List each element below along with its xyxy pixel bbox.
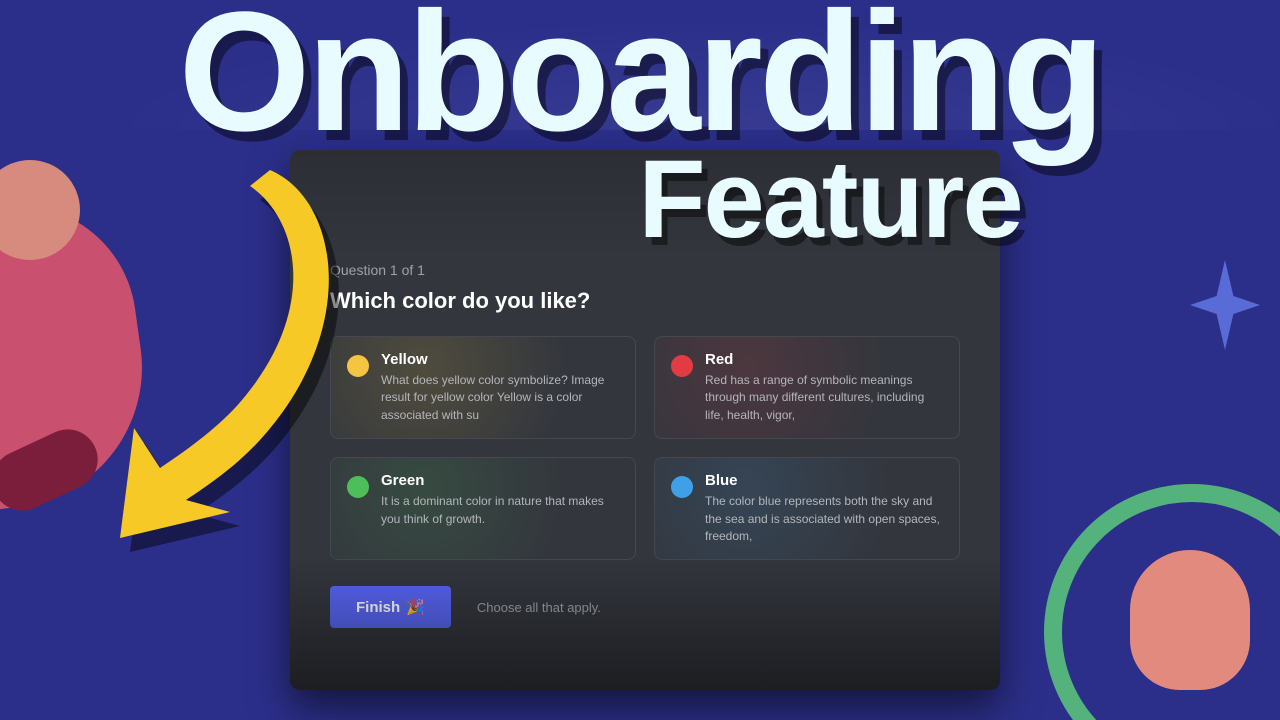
option-blue[interactable]: Blue The color blue represents both the … — [654, 457, 960, 560]
bg-gradient-stroke — [0, 0, 1280, 130]
onboarding-modal: Question 1 of 1 Which color do you like?… — [290, 150, 1000, 690]
arrow-icon — [90, 160, 390, 540]
option-desc: Red has a range of symbolic meanings thr… — [705, 372, 943, 424]
question-title: Which color do you like? — [330, 288, 960, 314]
swatch-icon — [671, 476, 693, 498]
option-red[interactable]: Red Red has a range of symbolic meanings… — [654, 336, 960, 439]
party-icon: 🎉 — [406, 598, 425, 616]
option-title: Green — [381, 472, 619, 489]
finish-label: Finish — [356, 599, 400, 616]
option-desc: It is a dominant color in nature that ma… — [381, 493, 619, 528]
question-counter: Question 1 of 1 — [330, 262, 960, 278]
modal-footer: Finish 🎉 Choose all that apply. — [330, 586, 960, 628]
helper-text: Choose all that apply. — [477, 600, 601, 615]
option-title: Blue — [705, 472, 943, 489]
options-grid: Yellow What does yellow color symbolize?… — [330, 336, 960, 560]
option-title: Red — [705, 351, 943, 368]
swatch-icon — [671, 355, 693, 377]
option-title: Yellow — [381, 351, 619, 368]
bg-hand-blob — [1130, 550, 1250, 690]
finish-button[interactable]: Finish 🎉 — [330, 586, 451, 628]
option-desc: The color blue represents both the sky a… — [705, 493, 943, 545]
bg-sparkle-icon — [1190, 260, 1260, 350]
option-desc: What does yellow color symbolize? Image … — [381, 372, 619, 424]
